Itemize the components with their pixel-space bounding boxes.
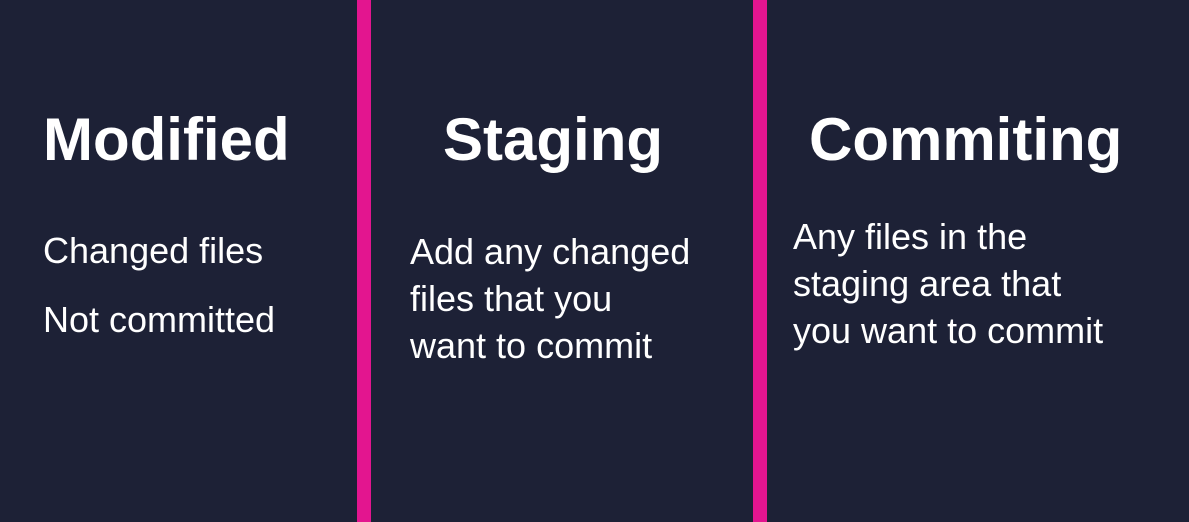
staging-line-2: files that you (410, 278, 613, 319)
staging-title: Staging (443, 106, 663, 173)
divider-right (753, 0, 767, 522)
modified-line-1: Changed files (43, 230, 264, 271)
column-modified: Modified Changed files Not committed (0, 0, 357, 522)
commiting-title: Commiting (809, 106, 1123, 173)
commiting-line-2: staging area that (793, 263, 1062, 304)
modified-line-2: Not committed (43, 299, 276, 340)
commiting-line-1: Any files in the (793, 216, 1028, 257)
column-staging: Staging Add any changed files that you w… (371, 0, 753, 522)
commiting-line-3: you want to commit (793, 310, 1104, 351)
column-commiting: Commiting Any files in the staging area … (767, 0, 1189, 522)
divider-left (357, 0, 371, 522)
staging-line-1: Add any changed (410, 231, 691, 272)
staging-line-3: want to commit (410, 325, 653, 366)
modified-title: Modified (43, 106, 290, 173)
